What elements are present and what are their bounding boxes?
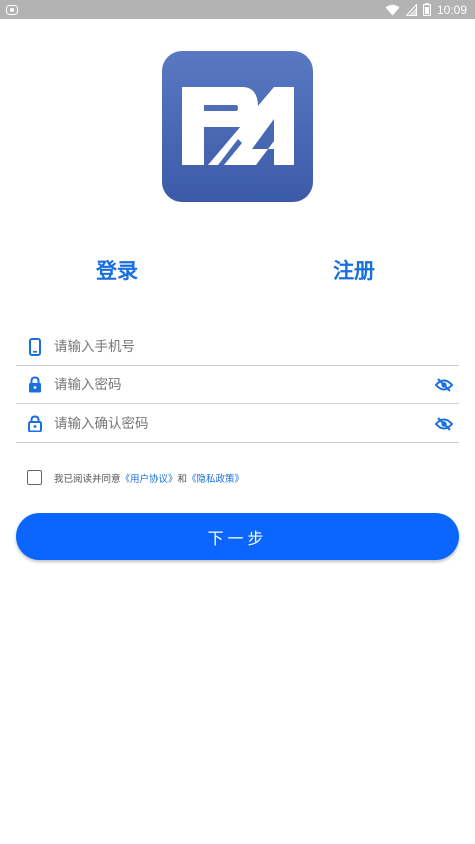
tab-register[interactable]: 注册 [333,255,375,285]
lock-icon [16,415,54,432]
next-button[interactable]: 下一步 [16,513,459,560]
pa-logo-mark-icon [181,86,294,165]
clock: 10:09 [436,2,467,17]
confirm-password-input[interactable] [54,415,429,432]
agreement-prefix: 我已阅读并同意 [54,473,121,485]
phone-input[interactable] [54,338,459,355]
signal-icon [405,3,417,16]
phone-field[interactable] [16,328,459,366]
wifi-icon [385,4,400,16]
agreement-and: 和 [177,473,188,485]
agreement-checkbox[interactable] [27,470,42,485]
notification-icon [6,0,18,19]
privacy-policy-link[interactable]: 《隐私政策》 [187,474,244,485]
status-bar: 10:09 [0,0,475,19]
password-field[interactable] [16,366,459,404]
phone-icon [16,337,54,356]
lock-icon [16,376,54,393]
agreement-text: 我已阅读并同意《用户协议》和《隐私政策》 [54,471,244,485]
password-input[interactable] [54,376,429,393]
tab-login[interactable]: 登录 [96,255,138,285]
user-agreement-link[interactable]: 《用户协议》 [121,474,178,485]
eye-off-icon[interactable] [429,416,459,431]
app-logo [162,51,313,202]
agreement-row: 我已阅读并同意《用户协议》和《隐私政策》 [27,470,244,485]
confirm-password-field[interactable] [16,405,459,443]
eye-off-icon[interactable] [429,377,459,392]
battery-icon [422,3,431,16]
